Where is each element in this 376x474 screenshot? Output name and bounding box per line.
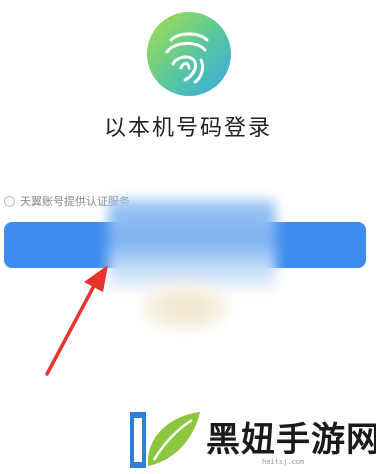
site-watermark: 黑妞手游网 heitsj.com: [128, 408, 376, 470]
watermark-url: heitsj.com: [262, 458, 305, 466]
watermark-text: 黑妞手游网: [206, 420, 376, 460]
red-arrow-annotation: [45, 265, 108, 376]
leaf-logo-icon: [130, 412, 200, 468]
